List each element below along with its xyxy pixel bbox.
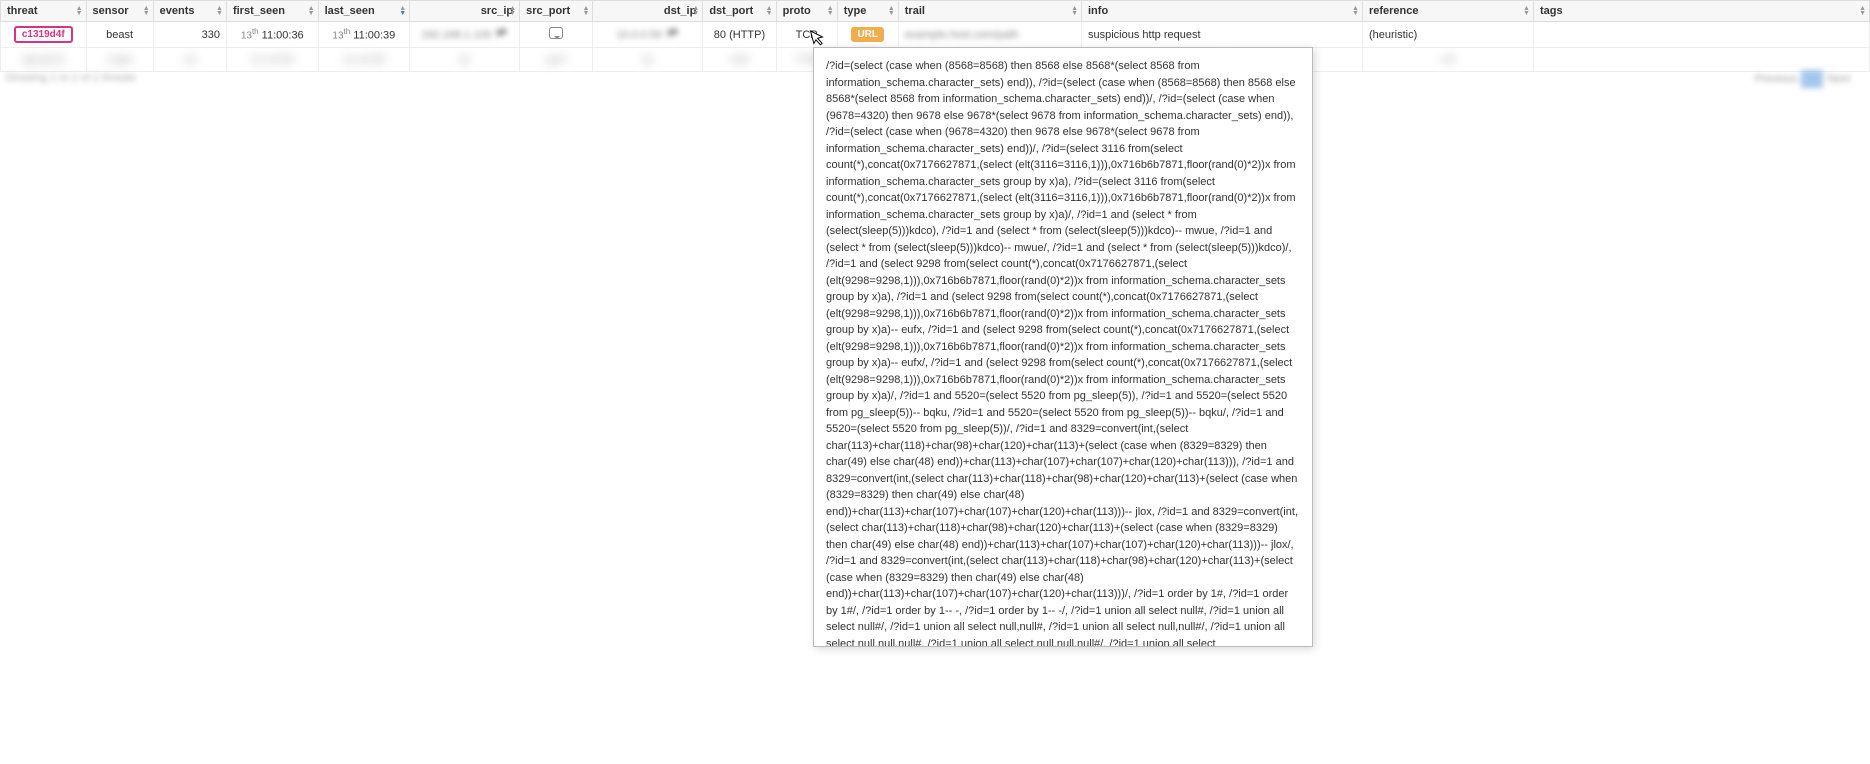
header-tags[interactable]: tags▲▼ bbox=[1533, 1, 1869, 22]
cell-events: 330 bbox=[153, 22, 226, 48]
cell-type: URL bbox=[837, 22, 898, 48]
cell-last-seen: 13th 11:00:39 bbox=[318, 22, 410, 48]
threat-badge[interactable]: c1319d4f bbox=[14, 26, 73, 43]
cell-src-port[interactable] bbox=[520, 22, 593, 48]
header-sensor[interactable]: sensor▲▼ bbox=[86, 1, 153, 22]
header-trail[interactable]: trail▲▼ bbox=[898, 1, 1081, 22]
header-type[interactable]: type▲▼ bbox=[837, 1, 898, 22]
header-reference[interactable]: reference▲▼ bbox=[1362, 1, 1533, 22]
cell-trail[interactable]: example.host.com/path bbox=[898, 22, 1081, 48]
header-dst-port[interactable]: dst_port▲▼ bbox=[703, 1, 776, 22]
header-first-seen[interactable]: first_seen▲▼ bbox=[226, 1, 318, 22]
header-proto[interactable]: proto▲▼ bbox=[776, 1, 837, 22]
status-text: Showing 1 to 2 of 2 threats bbox=[5, 72, 136, 84]
type-badge: URL bbox=[851, 27, 884, 42]
header-events[interactable]: events▲▼ bbox=[153, 1, 226, 22]
cell-info: suspicious http request bbox=[1082, 22, 1363, 48]
cell-src-ip: 192.168.1.100 🏴 bbox=[410, 22, 520, 48]
cell-tags[interactable] bbox=[1533, 22, 1869, 48]
tooltip-content: /?id=(select (case when (8568=8568) then… bbox=[826, 58, 1300, 647]
table-row[interactable]: c1319d4f beast 330 13th 11:00:36 13th 11… bbox=[1, 22, 1870, 48]
header-info[interactable]: info▲▼ bbox=[1082, 1, 1363, 22]
pagination[interactable]: Previous Next bbox=[1755, 70, 1850, 88]
header-src-port[interactable]: src_port▲▼ bbox=[520, 1, 593, 22]
header-dst-ip[interactable]: dst_ip▲▼ bbox=[593, 1, 703, 22]
cell-first-seen: 13th 11:00:36 bbox=[226, 22, 318, 48]
trail-tooltip: /?id=(select (case when (8568=8568) then… bbox=[813, 47, 1313, 647]
cell-dst-ip: 10.0.0.50 🏴 bbox=[593, 22, 703, 48]
cell-proto: TCP bbox=[776, 22, 837, 48]
cell-dst-port: 80 (HTTP) bbox=[703, 22, 776, 48]
table-header-row: threat▲▼ sensor▲▼ events▲▼ first_seen▲▼ … bbox=[1, 1, 1870, 22]
cell-threat[interactable]: c1319d4f bbox=[1, 22, 87, 48]
header-src-ip[interactable]: src_ip▲▼ bbox=[410, 1, 520, 22]
cell-sensor: beast bbox=[86, 22, 153, 48]
speech-bubble-icon[interactable] bbox=[549, 27, 563, 39]
header-threat[interactable]: threat▲▼ bbox=[1, 1, 87, 22]
header-last-seen[interactable]: last_seen▲▼ bbox=[318, 1, 410, 22]
cell-reference: (heuristic) bbox=[1362, 22, 1533, 48]
